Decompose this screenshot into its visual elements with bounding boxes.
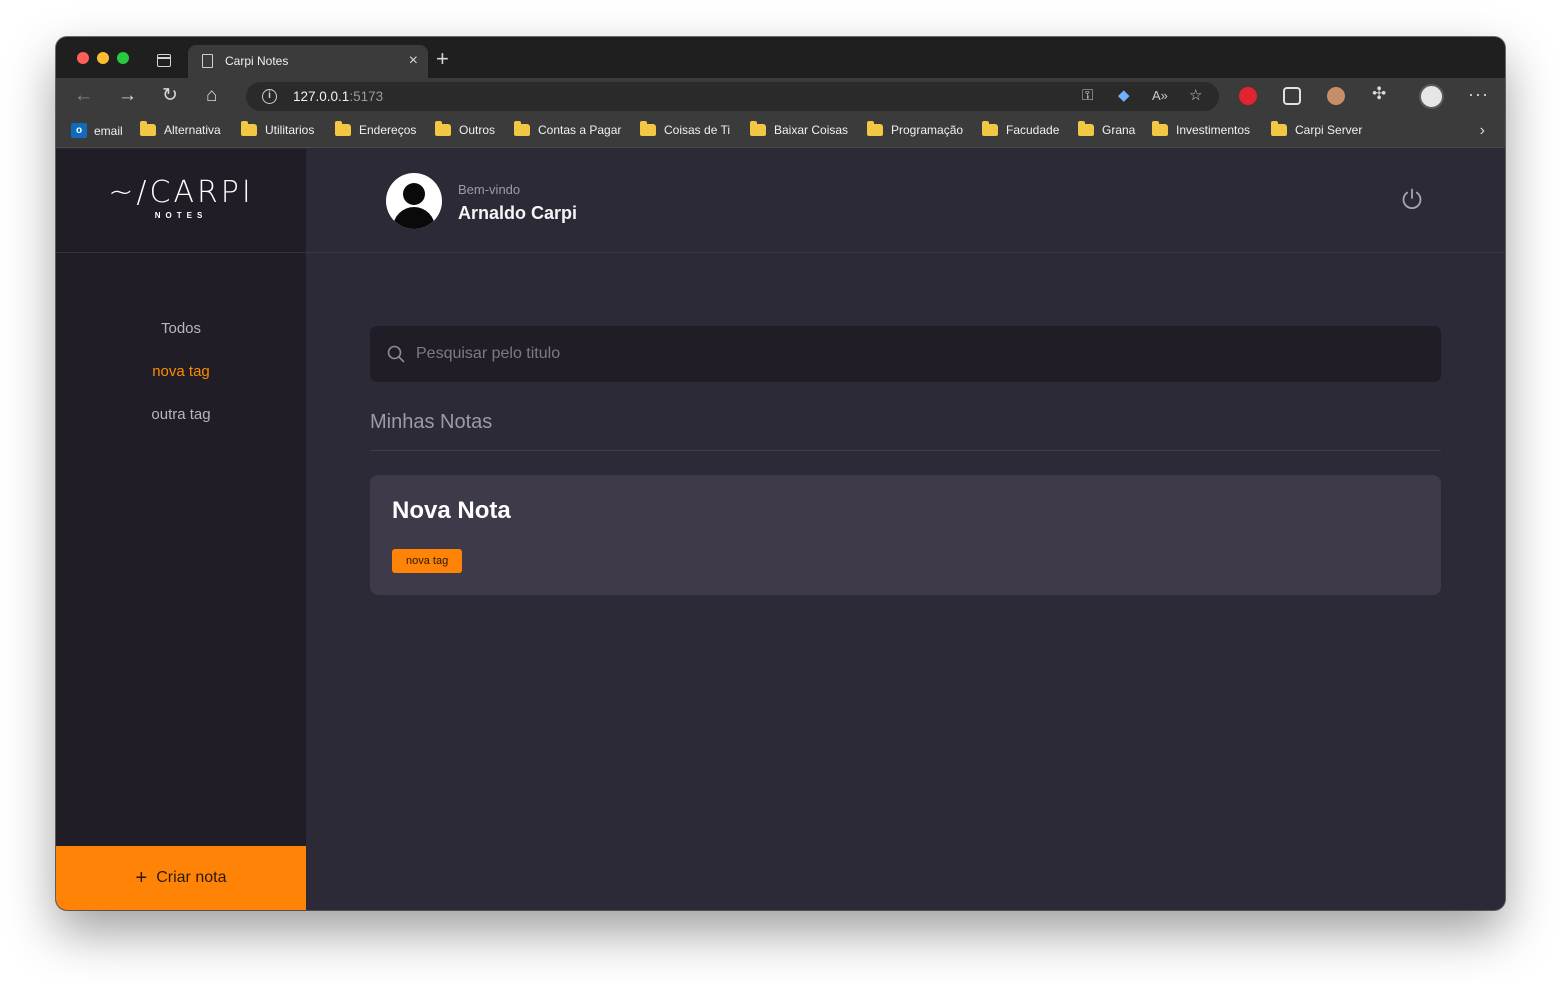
power-icon[interactable] xyxy=(1400,187,1424,211)
app-root: ~/CARPI NOTES Todos nova tag outra tag +… xyxy=(56,149,1505,910)
reload-icon[interactable]: ↻ xyxy=(162,85,178,107)
bookmark-label: Investimentos xyxy=(1176,123,1251,137)
outlook-icon: o xyxy=(71,123,87,138)
sidebar: ~/CARPI NOTES Todos nova tag outra tag +… xyxy=(56,149,306,910)
tab-close-icon[interactable]: × xyxy=(409,51,418,71)
bookmark-folder[interactable]: Grana xyxy=(1078,121,1136,137)
avatar-body xyxy=(393,207,435,229)
bookmark-folder[interactable]: Investimentos xyxy=(1152,121,1251,137)
url-text[interactable]: 127.0.0.1:5173 xyxy=(293,89,383,104)
folder-icon xyxy=(1152,121,1168,136)
bookmark-folder[interactable]: Endereços xyxy=(335,121,417,137)
profile-avatar[interactable] xyxy=(1419,84,1444,109)
create-note-label: Criar nota xyxy=(156,869,227,886)
bookmarks-bar: o email Alternativa Utilitarios Endereço… xyxy=(56,115,1505,148)
more-menu-icon[interactable]: ··· xyxy=(1468,84,1489,105)
bookmark-label: Baixar Coisas xyxy=(774,123,849,137)
page-header: Bem-vindo Arnaldo Carpi xyxy=(306,149,1505,253)
tab-actions-icon[interactable] xyxy=(157,54,171,67)
read-aloud-icon[interactable]: A» xyxy=(1152,87,1168,105)
minimize-window-button[interactable] xyxy=(97,52,109,64)
bookmark-folder[interactable]: Facudade xyxy=(982,121,1060,137)
folder-icon xyxy=(514,121,530,136)
bookmark-folder[interactable]: Alternativa xyxy=(140,121,221,137)
key-icon[interactable]: ⚿ xyxy=(1082,87,1093,105)
folder-icon xyxy=(750,121,766,136)
note-card[interactable]: Nova Nota nova tag xyxy=(370,475,1441,595)
adblock-extension-icon[interactable] xyxy=(1239,87,1257,105)
sidebar-tag-outra-tag[interactable]: outra tag xyxy=(56,406,306,423)
bookmark-label: Utilitarios xyxy=(265,123,315,137)
bookmark-folder[interactable]: Carpi Server xyxy=(1271,121,1363,137)
folder-icon xyxy=(1078,121,1094,136)
page-icon xyxy=(202,54,213,68)
folder-icon xyxy=(867,121,883,136)
bookmark-email[interactable]: o email xyxy=(71,123,123,138)
url-port: :5173 xyxy=(349,89,384,104)
search-input[interactable] xyxy=(416,326,1416,382)
favorite-star-icon[interactable]: ☆ xyxy=(1189,87,1202,105)
tab-title: Carpi Notes xyxy=(225,54,289,68)
back-arrow-icon[interactable]: ← xyxy=(74,85,93,107)
folder-icon xyxy=(241,121,257,136)
chevron-right-icon[interactable]: › xyxy=(1480,122,1485,140)
avatar-head xyxy=(403,183,425,205)
logo: ~/CARPI xyxy=(108,175,254,210)
bookmark-label: Contas a Pagar xyxy=(538,123,622,137)
url-host: 127.0.0.1 xyxy=(293,89,350,104)
bookmark-label: Facudade xyxy=(1006,123,1060,137)
logo-area: ~/CARPI NOTES xyxy=(56,149,306,253)
sidebar-tag-nova-tag[interactable]: nova tag xyxy=(56,363,306,380)
bookmark-folder[interactable]: Outros xyxy=(435,121,496,137)
reader-extension-icon[interactable] xyxy=(1283,87,1301,105)
folder-icon xyxy=(1271,121,1287,136)
user-name: Arnaldo Carpi xyxy=(458,203,578,223)
note-tag-badge: nova tag xyxy=(392,549,463,573)
navigation-bar: ← → ↻ ⌂ i 127.0.0.1:5173 ⚿ ◆ A» ☆ ✣ ··· xyxy=(56,78,1505,115)
folder-icon xyxy=(982,121,998,136)
welcome-text: Bem-vindo xyxy=(458,182,521,197)
browser-window: Carpi Notes × + ← → ↻ ⌂ i 127.0.0.1:5173… xyxy=(56,37,1505,910)
plus-icon: + xyxy=(135,867,148,889)
bookmark-label: Endereços xyxy=(359,123,417,137)
browser-tab[interactable]: Carpi Notes × xyxy=(188,45,428,78)
section-divider xyxy=(370,450,1441,451)
folder-icon xyxy=(640,121,656,136)
logo-subtitle: NOTES xyxy=(154,211,208,220)
search-box[interactable] xyxy=(370,326,1441,382)
face-extension-icon[interactable] xyxy=(1327,87,1345,105)
maximize-window-button[interactable] xyxy=(117,52,129,64)
bookmark-label: Carpi Server xyxy=(1295,123,1363,137)
section-title: Minhas Notas xyxy=(370,411,493,433)
bookmark-label: Alternativa xyxy=(164,123,221,137)
home-icon[interactable]: ⌂ xyxy=(206,85,217,107)
tab-bar: Carpi Notes × + xyxy=(56,37,1505,78)
bookmark-label: email xyxy=(94,123,123,138)
bookmark-label: Grana xyxy=(1102,123,1136,137)
bookmark-label: Coisas de Ti xyxy=(664,123,731,137)
new-tab-button[interactable]: + xyxy=(436,48,449,70)
forward-arrow-icon[interactable]: → xyxy=(118,85,137,107)
bookmark-folder[interactable]: Baixar Coisas xyxy=(750,121,849,137)
bookmark-folder[interactable]: Utilitarios xyxy=(241,121,315,137)
bookmark-folder[interactable]: Coisas de Ti xyxy=(640,121,731,137)
bookmark-label: Programação xyxy=(891,123,964,137)
create-note-button[interactable]: + Criar nota xyxy=(56,846,306,910)
folder-icon xyxy=(140,121,156,136)
main-content: Bem-vindo Arnaldo Carpi Minhas Notas Nov… xyxy=(306,149,1505,910)
address-bar[interactable]: i 127.0.0.1:5173 ⚿ ◆ A» ☆ xyxy=(246,82,1219,111)
site-info-icon[interactable]: i xyxy=(262,89,277,104)
extensions-puzzle-icon[interactable]: ✣ xyxy=(1372,85,1386,103)
note-title: Nova Nota xyxy=(392,497,511,524)
user-avatar xyxy=(386,173,442,229)
bookmark-label: Outros xyxy=(459,123,496,137)
folder-icon xyxy=(335,121,351,136)
folder-icon xyxy=(435,121,451,136)
bookmark-folder[interactable]: Programação xyxy=(867,121,964,137)
coupon-tag-icon[interactable]: ◆ xyxy=(1118,87,1130,105)
bookmark-folder[interactable]: Contas a Pagar xyxy=(514,121,622,137)
close-window-button[interactable] xyxy=(77,52,89,64)
sidebar-tag-todos[interactable]: Todos xyxy=(56,320,306,337)
search-icon xyxy=(387,345,405,363)
